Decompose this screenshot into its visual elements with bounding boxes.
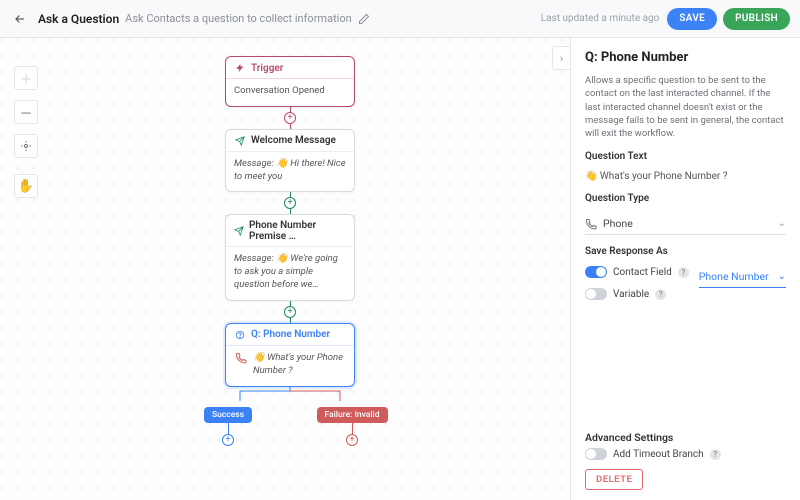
branch-connector xyxy=(210,387,370,401)
question-text-label: Question Text xyxy=(585,151,786,162)
node-question-title: Q: Phone Number xyxy=(251,329,330,340)
question-icon xyxy=(234,329,246,341)
node-premise-body: Message: 👋 We're going to ask you a simp… xyxy=(234,253,346,291)
question-type-label: Question Type xyxy=(585,193,786,204)
node-welcome-title: Welcome Message xyxy=(251,135,336,146)
page-title: Ask a Question xyxy=(38,12,119,26)
zoom-in-button[interactable]: ＋ xyxy=(14,66,38,90)
node-question-body: 👋 What's your Phone Number ? xyxy=(253,352,346,378)
node-trigger-body: Conversation Opened xyxy=(234,85,325,98)
save-response-label: Save Response As xyxy=(585,246,786,257)
node-premise-title: Phone Number Premise … xyxy=(249,220,346,242)
zoom-out-button[interactable]: － xyxy=(14,100,38,124)
contact-field-toggle[interactable] xyxy=(585,266,607,278)
edit-title-icon[interactable] xyxy=(358,13,372,25)
phone-icon xyxy=(234,352,248,378)
add-step-button[interactable]: + xyxy=(346,434,358,446)
variable-label: Variable xyxy=(613,289,649,300)
node-trigger-title: Trigger xyxy=(251,63,283,74)
page-subtitle: Ask Contacts a question to collect infor… xyxy=(125,12,352,25)
delete-button[interactable]: DELETE xyxy=(585,469,643,490)
send-icon xyxy=(234,135,246,147)
panel-title: Q: Phone Number xyxy=(585,50,786,65)
advanced-settings-label: Advanced Settings xyxy=(585,431,786,444)
node-trigger[interactable]: Trigger Conversation Opened xyxy=(225,56,355,107)
workflow-canvas[interactable]: ＋ － ✋ › Trigger Conversation O xyxy=(0,38,570,500)
branch-success[interactable]: Success xyxy=(204,407,252,423)
chevron-down-icon: ⌄ xyxy=(778,218,786,229)
inspector-panel: Q: Phone Number Allows a specific questi… xyxy=(570,38,800,500)
question-text-value[interactable]: 👋 What's your Phone Number ? xyxy=(585,171,786,182)
node-welcome-body: Message: 👋 Hi there! Nice to meet you xyxy=(234,158,346,184)
chevron-down-icon: ⌄ xyxy=(778,271,786,282)
fit-view-button[interactable] xyxy=(14,134,38,158)
phone-icon xyxy=(585,218,597,230)
bolt-icon xyxy=(234,62,246,74)
help-icon[interactable]: ? xyxy=(655,289,666,300)
save-button[interactable]: SAVE xyxy=(667,8,717,30)
pan-tool-button[interactable]: ✋ xyxy=(14,174,38,198)
add-step-button[interactable]: + xyxy=(284,197,296,209)
contact-field-value: Phone Number xyxy=(699,270,769,283)
node-premise[interactable]: Phone Number Premise … Message: 👋 We're … xyxy=(225,214,355,300)
node-welcome[interactable]: Welcome Message Message: 👋 Hi there! Nic… xyxy=(225,129,355,193)
panel-description: Allows a specific question to be sent to… xyxy=(585,74,786,140)
header: Ask a Question Ask Contacts a question t… xyxy=(0,0,800,38)
add-step-button[interactable]: + xyxy=(222,434,234,446)
node-question[interactable]: Q: Phone Number 👋 What's your Phone Numb… xyxy=(225,323,355,387)
branch-failure[interactable]: Failure: Invalid xyxy=(317,407,388,423)
contact-field-label: Contact Field xyxy=(613,267,672,278)
help-icon[interactable]: ? xyxy=(710,449,721,460)
last-updated: Last updated a minute ago xyxy=(541,13,660,24)
help-icon[interactable]: ? xyxy=(678,267,689,278)
contact-field-select[interactable]: Phone Number ⌄ xyxy=(699,266,786,288)
send-icon xyxy=(234,225,244,237)
add-step-button[interactable]: + xyxy=(284,112,296,124)
question-type-select[interactable]: Phone ⌄ xyxy=(585,213,786,235)
back-button[interactable] xyxy=(10,9,30,29)
timeout-branch-toggle[interactable] xyxy=(585,448,607,460)
collapse-panel-button[interactable]: › xyxy=(552,46,570,70)
add-step-button[interactable]: + xyxy=(284,306,296,318)
question-type-value: Phone xyxy=(603,217,633,230)
publish-button[interactable]: PUBLISH xyxy=(723,8,790,30)
variable-toggle[interactable] xyxy=(585,288,607,300)
timeout-branch-label: Add Timeout Branch xyxy=(613,449,704,460)
